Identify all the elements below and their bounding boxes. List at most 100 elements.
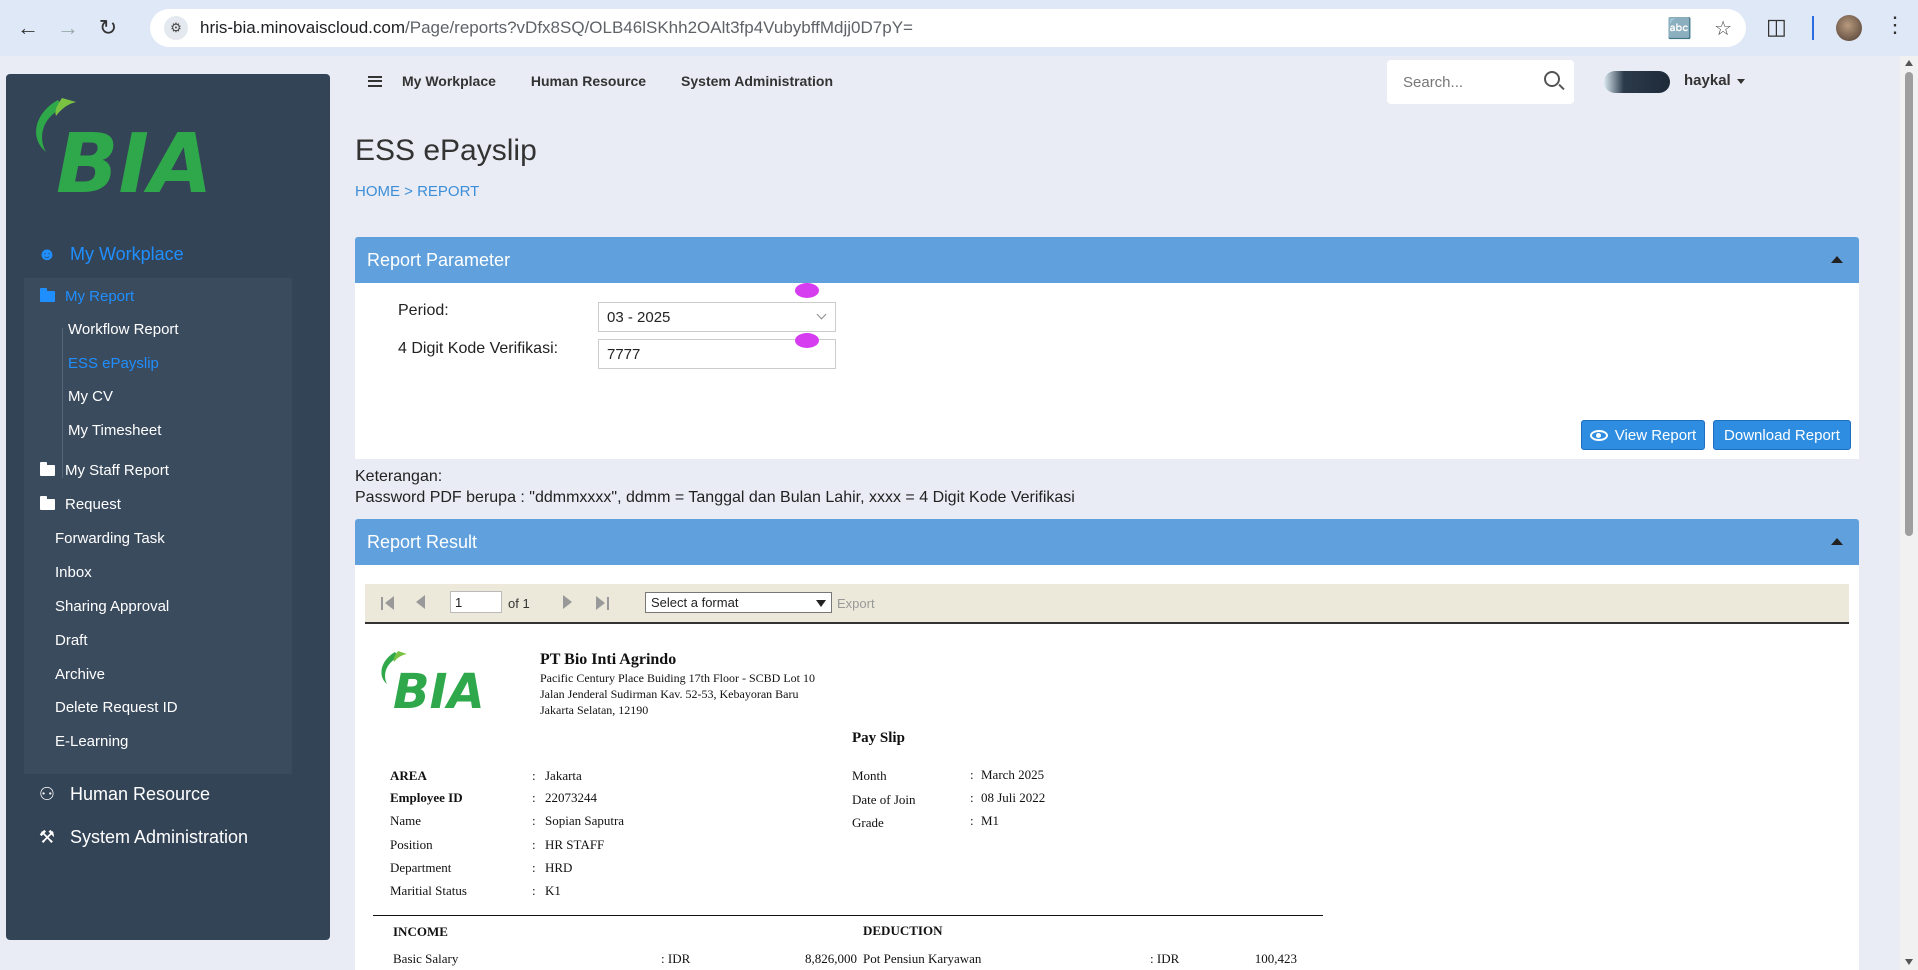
menu-workflow-report[interactable]: Workflow Report: [68, 321, 179, 338]
field-label: Date of Join: [852, 792, 916, 807]
period-label: Period:: [398, 302, 449, 319]
address-line: Jakarta Selatan, 12190: [540, 703, 649, 717]
divider: [373, 915, 1323, 916]
site-settings-icon[interactable]: ⚙: [164, 16, 188, 40]
reload-icon[interactable]: ↻: [88, 8, 128, 48]
topnav-my-workplace[interactable]: My Workplace: [402, 73, 496, 89]
user-circle-icon: ☻: [37, 244, 57, 264]
nav-system-administration[interactable]: ⚒ System Administration: [36, 827, 248, 848]
export-link[interactable]: Export: [837, 596, 875, 611]
annotation-marker: [795, 333, 819, 348]
menu-sharing-approval[interactable]: Sharing Approval: [55, 598, 169, 615]
kebab-menu-icon[interactable]: ⋮: [1884, 12, 1906, 38]
scrollbar-thumb[interactable]: [1905, 72, 1913, 536]
first-page-icon[interactable]: [381, 596, 394, 610]
export-format-select[interactable]: Select a format: [645, 592, 832, 613]
field-value: HRD: [545, 860, 573, 875]
field-label: Position: [390, 837, 433, 852]
code-label: 4 Digit Kode Verifikasi:: [398, 340, 559, 357]
field-label: Month: [852, 768, 887, 783]
wrench-icon: ⚒: [38, 827, 56, 847]
note-title: Keterangan:: [355, 468, 443, 485]
user-avatar[interactable]: [1604, 71, 1670, 93]
search-icon[interactable]: [1544, 71, 1560, 87]
menu-my-report[interactable]: My Report: [40, 288, 134, 305]
collapse-arrow-icon[interactable]: [1831, 256, 1843, 263]
payslip-logo: BIA: [381, 651, 485, 714]
folder-icon: [40, 496, 55, 510]
field-label: Name: [390, 813, 422, 828]
note-text: Password PDF berupa : "ddmmxxxx", ddmm =…: [355, 489, 1075, 506]
menu-draft[interactable]: Draft: [55, 632, 88, 649]
menu-forwarding-task[interactable]: Forwarding Task: [55, 530, 165, 547]
chevron-down-icon: [816, 309, 827, 320]
report-result-header[interactable]: Report Result: [355, 519, 1859, 565]
menu-e-learning[interactable]: E-Learning: [55, 733, 128, 750]
profile-avatar[interactable]: [1836, 15, 1862, 41]
next-page-icon[interactable]: [563, 594, 572, 612]
url-text[interactable]: hris-bia.minovaiscloud.com/Page/reports?…: [200, 18, 913, 38]
address-bar[interactable]: ⚙ hris-bia.minovaiscloud.com/Page/report…: [150, 9, 1746, 47]
folder-icon: [40, 462, 55, 476]
extensions-icon[interactable]: ◫: [1766, 14, 1787, 40]
field-label: Employee ID: [390, 790, 463, 805]
field-label: AREA: [390, 768, 427, 783]
scroll-down-arrow-icon[interactable]: [1905, 959, 1913, 965]
users-icon: ⚇: [38, 784, 56, 804]
menu-request[interactable]: Request: [40, 496, 121, 513]
annotation-marker: [795, 283, 819, 298]
menu-my-staff-report[interactable]: My Staff Report: [40, 462, 169, 479]
page-scrollbar[interactable]: [1900, 56, 1918, 970]
topnav-human-resource[interactable]: Human Resource: [531, 73, 646, 89]
menu-my-timesheet[interactable]: My Timesheet: [68, 422, 161, 439]
bookmark-star-icon[interactable]: ☆: [1714, 16, 1732, 41]
income-amount: 8,826,000: [805, 951, 857, 966]
report-parameter-header[interactable]: Report Parameter: [355, 237, 1859, 283]
payslip-title: Pay Slip: [852, 730, 905, 746]
deduction-currency: : IDR: [1150, 951, 1180, 966]
collapse-arrow-icon[interactable]: [1831, 538, 1843, 545]
income-header: INCOME: [393, 924, 448, 939]
search-box[interactable]: Search...: [1387, 60, 1574, 104]
nav-my-workplace[interactable]: ☻ My Workplace: [36, 244, 184, 265]
page-number-input[interactable]: 1: [450, 591, 502, 613]
menu-inbox[interactable]: Inbox: [55, 564, 92, 581]
address-line: Pacific Century Place Buiding 17th Floor…: [540, 671, 815, 685]
sidebar: BIA ☻ My Workplace My Report Workflow Re…: [6, 74, 330, 940]
folder-icon: [40, 288, 55, 302]
topnav-system-administration[interactable]: System Administration: [681, 73, 833, 89]
payslip-document: BIA PT Bio Inti Agrindo Pacific Century …: [365, 626, 1849, 970]
view-report-button[interactable]: View Report: [1581, 420, 1705, 450]
browser-toolbar: ← → ↻ ⚙ hris-bia.minovaiscloud.com/Page/…: [0, 0, 1918, 56]
search-input[interactable]: Search...: [1403, 74, 1463, 91]
chevron-down-icon: [816, 600, 826, 607]
breadcrumb[interactable]: HOME > REPORT: [355, 183, 479, 200]
deduction-label: Pot Pensiun Karyawan: [863, 951, 982, 966]
address-line: Jalan Jenderal Sudirman Kav. 52-53, Keba…: [540, 687, 799, 701]
menu-ess-epayslip[interactable]: ESS ePayslip: [68, 355, 159, 372]
field-label: Department: [390, 860, 452, 875]
forward-arrow-icon[interactable]: →: [48, 8, 88, 48]
scroll-up-arrow-icon[interactable]: [1905, 60, 1913, 66]
toolbar-divider: [1812, 16, 1814, 40]
hamburger-menu-icon[interactable]: [368, 75, 382, 87]
back-arrow-icon[interactable]: ←: [8, 8, 48, 48]
report-viewer-toolbar: [365, 584, 1849, 624]
menu-my-cv[interactable]: My CV: [68, 388, 113, 405]
prev-page-icon[interactable]: [416, 594, 425, 612]
download-report-button[interactable]: Download Report: [1713, 420, 1851, 450]
income-label: Basic Salary: [393, 951, 459, 966]
deduction-amount: 100,423: [1254, 951, 1297, 966]
last-page-icon[interactable]: [596, 596, 609, 610]
field-label: Grade: [852, 815, 884, 830]
field-value: 22073244: [545, 790, 597, 805]
top-navigation: My Workplace Human Resource System Admin…: [350, 64, 868, 98]
user-menu[interactable]: haykal: [1684, 72, 1745, 89]
svg-text:BIA: BIA: [393, 664, 485, 714]
period-select[interactable]: 03 - 2025: [598, 302, 836, 332]
translate-icon[interactable]: 🔤: [1667, 16, 1692, 41]
nav-human-resource[interactable]: ⚇ Human Resource: [36, 784, 210, 805]
menu-archive[interactable]: Archive: [55, 666, 105, 683]
page-count: of 1: [508, 596, 530, 611]
menu-delete-request-id[interactable]: Delete Request ID: [55, 699, 178, 716]
